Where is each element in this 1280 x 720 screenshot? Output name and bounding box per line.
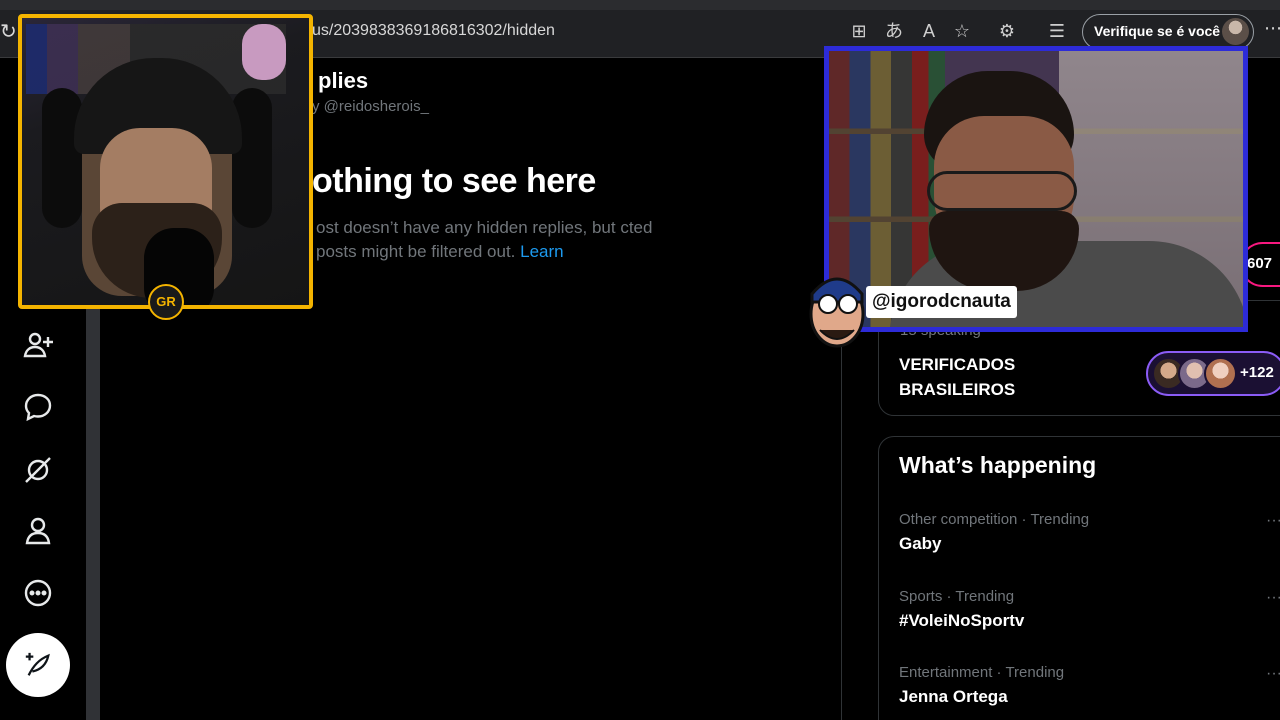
- translate-icon[interactable]: あ: [883, 20, 905, 42]
- channel-badge-logo: GR: [148, 284, 184, 320]
- headset-right: [232, 88, 272, 228]
- trend-name[interactable]: #VoleiNoSportv: [899, 611, 1024, 631]
- address-bar-url[interactable]: us/2039838369186816302/hidden: [312, 22, 555, 40]
- participant-avatar: [1204, 357, 1237, 390]
- extensions-icon[interactable]: ⚙: [996, 20, 1018, 42]
- webcam-figurine: [242, 24, 286, 80]
- trend-meta: Sports · Trending: [899, 588, 1015, 605]
- headset-left: [42, 88, 82, 228]
- trend-more-icon[interactable]: ···: [1266, 665, 1280, 683]
- empty-state-text: ost doesn’t have any hidden replies, but…: [316, 218, 653, 261]
- trend-name[interactable]: Gaby: [899, 534, 942, 554]
- page-title: plies: [318, 68, 369, 93]
- mascot-avatar-icon: [809, 277, 865, 348]
- compose-feather-icon: [25, 652, 50, 676]
- compose-button[interactable]: [6, 633, 70, 697]
- read-aloud-icon[interactable]: A: [918, 20, 940, 42]
- trend-more-icon[interactable]: ···: [1266, 512, 1280, 530]
- learn-more-link[interactable]: Learn: [520, 242, 563, 261]
- trend-meta: Entertainment · Trending: [899, 664, 1065, 681]
- space-title-line2: BRASILEIROS: [899, 380, 1016, 399]
- space-title-line1: VERIFICADOS: [899, 355, 1016, 374]
- favorites-list-icon[interactable]: ☰: [1046, 20, 1068, 42]
- guest-glasses: [927, 171, 1077, 211]
- apps-icon[interactable]: ⊞: [848, 20, 870, 42]
- trend-meta: Other competition · Trending: [899, 511, 1090, 528]
- empty-state-heading: othing to see here: [312, 162, 596, 200]
- trend-name[interactable]: Jenna Ortega: [899, 687, 1008, 707]
- profile-avatar: [1222, 18, 1249, 45]
- verify-identity-button[interactable]: Verifique se é você: [1082, 14, 1254, 50]
- favorite-star-icon[interactable]: ☆: [951, 20, 973, 42]
- streamer-name-tag: @igorodcnauta: [866, 286, 1017, 318]
- listeners-count: 607: [1247, 255, 1273, 272]
- more-icon[interactable]: ⋯: [1264, 18, 1280, 39]
- more-circle-icon[interactable]: [18, 573, 58, 613]
- space-title: VERIFICADOS BRASILEIROS: [899, 352, 1099, 402]
- reload-icon[interactable]: ↻: [0, 20, 18, 44]
- webcam-overlay-left: [18, 14, 313, 309]
- profile-icon[interactable]: [18, 511, 58, 551]
- follow-icon[interactable]: [18, 325, 58, 365]
- tab-strip: [0, 0, 1280, 10]
- premium-icon[interactable]: [18, 449, 58, 489]
- page-subtitle: y @reidosherois_: [312, 98, 429, 115]
- trend-more-icon[interactable]: ···: [1266, 589, 1280, 607]
- verify-label: Verifique se é você: [1094, 23, 1221, 39]
- empty-state-body: ost doesn’t have any hidden replies, but…: [316, 216, 676, 264]
- messages-icon[interactable]: [18, 387, 58, 427]
- participants-more-count: +122: [1240, 364, 1274, 381]
- space-participants-pill[interactable]: +122: [1146, 351, 1280, 396]
- trending-heading: What’s happening: [899, 452, 1097, 478]
